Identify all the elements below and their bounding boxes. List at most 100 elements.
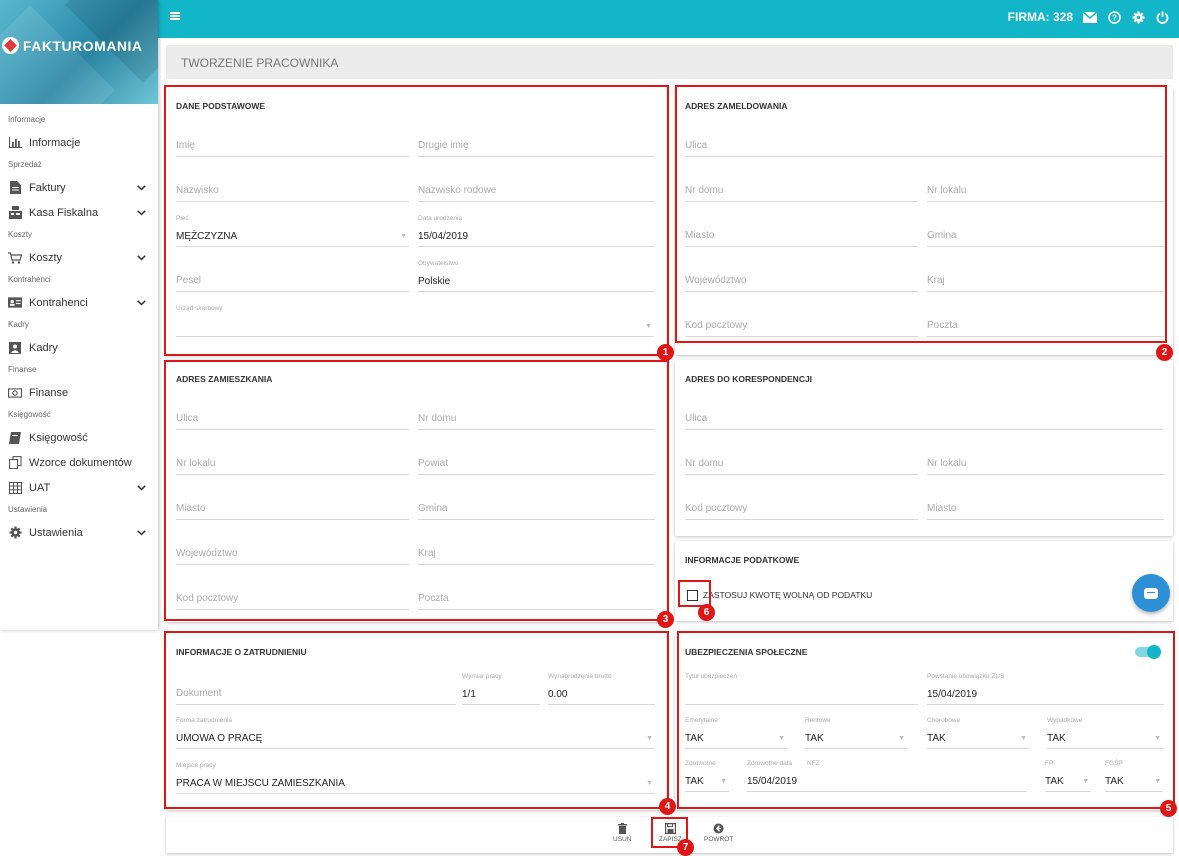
help-icon[interactable]: ? xyxy=(1107,10,1121,24)
kraj-field[interactable]: Kraj xyxy=(927,270,1164,292)
urząd-skarbowy-field[interactable]: Urząd skarbowy ▼ xyxy=(176,305,654,337)
sidebar-item-księgowość[interactable]: Księgowość xyxy=(0,425,158,450)
ulica-field[interactable]: Ulica xyxy=(176,408,409,430)
field-label: NFZ xyxy=(807,760,820,767)
dropdown-arrow-icon[interactable]: ▼ xyxy=(898,735,905,742)
dropdown-arrow-icon[interactable]: ▼ xyxy=(1082,778,1089,785)
rentowe-field[interactable]: Rentowe TAK ▼ xyxy=(805,717,907,749)
ubezpieczenia-toggle[interactable] xyxy=(1135,645,1161,659)
gmina-field[interactable]: Gmina xyxy=(927,225,1164,247)
nazwisko-field[interactable]: Nazwisko xyxy=(176,180,409,202)
data-urodzenia-field[interactable]: Data urodzenia 15/04/2019 xyxy=(418,215,655,247)
kraj-field[interactable]: Kraj xyxy=(418,543,655,565)
dropdown-arrow-icon[interactable]: ▼ xyxy=(646,780,653,787)
settings-icon[interactable] xyxy=(1131,10,1145,24)
drugie-imię-field[interactable]: Drugie imię xyxy=(418,135,655,157)
sidebar-item-informacje[interactable]: Informacje xyxy=(0,130,158,155)
wynagrodzenie-brutto-field[interactable]: Wynagrodzenie brutto 0.00 xyxy=(548,673,655,705)
miasto-field[interactable]: Miasto xyxy=(176,498,409,520)
dropdown-arrow-icon[interactable]: ▼ xyxy=(645,323,652,330)
forma-zatrudnienia-field[interactable]: Forma zatrudnienia UMOWA O PRACĘ ▼ xyxy=(176,717,655,749)
field-placeholder: Ulica xyxy=(685,140,708,151)
save-button[interactable]: ZAPISZ xyxy=(659,823,682,843)
sidebar-item-uat[interactable]: UAT xyxy=(0,475,158,500)
chevron-down-icon[interactable] xyxy=(137,483,146,493)
field-placeholder: Nr lokalu xyxy=(927,185,967,196)
kod-pocztowy-field[interactable]: Kod pocztowy xyxy=(685,315,918,337)
dokument-field[interactable]: Dokument xyxy=(176,683,456,705)
dropdown-arrow-icon[interactable]: ▼ xyxy=(646,735,653,742)
województwo-field[interactable]: Województwo xyxy=(685,270,918,292)
nr-domu-field[interactable]: Nr domu xyxy=(685,453,918,475)
wymiar-pracy-field[interactable]: Wymiar pracy 1/1 xyxy=(462,673,540,705)
tytuł-ubezpieczeń-field[interactable]: Tytuł ubezpieczeń xyxy=(685,673,918,705)
województwo-field[interactable]: Województwo xyxy=(176,543,409,565)
wypadkowe-field[interactable]: Wypadkowe TAK ▼ xyxy=(1047,717,1163,749)
powiat-field[interactable]: Powiat xyxy=(418,453,655,475)
nr-lokalu-field[interactable]: Nr lokalu xyxy=(927,180,1164,202)
emerytalne-field[interactable]: Emerytalne TAK ▼ xyxy=(685,717,787,749)
dropdown-arrow-icon[interactable]: ▼ xyxy=(720,778,727,785)
fgśp-field[interactable]: FGŚP TAK ▼ xyxy=(1105,760,1163,792)
nfz-field[interactable]: NFZ xyxy=(807,760,1027,792)
ulica-field[interactable]: Ulica xyxy=(685,408,1163,430)
chevron-down-icon[interactable] xyxy=(137,528,146,538)
fp-field[interactable]: FP TAK ▼ xyxy=(1045,760,1091,792)
chevron-down-icon[interactable] xyxy=(137,253,146,263)
power-icon[interactable] xyxy=(1155,10,1169,24)
sidebar-item-wzorce-dokumentów[interactable]: Wzorce dokumentów xyxy=(0,450,158,475)
nazwisko-rodowe-field[interactable]: Nazwisko rodowe xyxy=(418,180,655,202)
poczta-field[interactable]: Poczta xyxy=(418,588,655,610)
obywatelstwo-field[interactable]: Obywatelstwo Polskie xyxy=(418,260,655,292)
chevron-down-icon[interactable] xyxy=(137,208,146,218)
kod-pocztowy-field[interactable]: Kod pocztowy xyxy=(176,588,409,610)
gmina-field[interactable]: Gmina xyxy=(418,498,655,520)
sidebar-item-kontrahenci[interactable]: Kontrahenci xyxy=(0,290,158,315)
kwota-wolna-checkbox[interactable] xyxy=(687,590,698,601)
miasto-field[interactable]: Miasto xyxy=(927,498,1164,520)
dropdown-arrow-icon[interactable]: ▼ xyxy=(778,735,785,742)
field-label: Rentowe xyxy=(805,717,831,724)
field-placeholder: Nr domu xyxy=(418,413,457,424)
badge-2: 2 xyxy=(1156,344,1173,361)
nr-domu-field[interactable]: Nr domu xyxy=(685,180,918,202)
ulica-field[interactable]: Ulica xyxy=(685,135,1163,157)
chevron-down-icon[interactable] xyxy=(137,298,146,308)
sidebar-item-ustawienia[interactable]: Ustawienia xyxy=(0,520,158,545)
dropdown-arrow-icon[interactable]: ▼ xyxy=(1154,735,1161,742)
kwota-wolna-label[interactable]: ZASTOSUJ KWOTĘ WOLNĄ OD PODATKU xyxy=(703,590,872,600)
kod-pocztowy-field[interactable]: Kod pocztowy xyxy=(685,498,918,520)
dropdown-arrow-icon[interactable]: ▼ xyxy=(400,233,407,240)
nr-domu-field[interactable]: Nr domu xyxy=(418,408,655,430)
imię-field[interactable]: Imię xyxy=(176,135,409,157)
sidebar-item-koszty[interactable]: Koszty xyxy=(0,245,158,270)
bar-chart-icon xyxy=(8,136,22,149)
logo[interactable]: FAKTUROMANIA xyxy=(2,37,143,54)
sidebar-item-kasa-fiskalna[interactable]: Kasa Fiskalna xyxy=(0,200,158,225)
mail-icon[interactable] xyxy=(1083,10,1097,24)
sidebar-item-finanse[interactable]: Finanse xyxy=(0,380,158,405)
chat-button[interactable] xyxy=(1132,574,1170,612)
powstanie-obowiązku-zus-field[interactable]: Powstanie obowiązku ZUS 15/04/2019 xyxy=(927,673,1164,705)
field-value: 0.00 xyxy=(548,689,568,700)
delete-button[interactable]: USUŃ xyxy=(613,823,631,843)
zdrowotne-field[interactable]: Zdrowotne TAK ▼ xyxy=(685,760,729,792)
sidebar-item-kadry[interactable]: Kadry xyxy=(0,335,158,360)
chevron-down-icon[interactable] xyxy=(137,183,146,193)
miasto-field[interactable]: Miasto xyxy=(685,225,918,247)
zdrowotne-data-field[interactable]: Zdrowotne data 15/04/2019 xyxy=(747,760,807,792)
chorobowe-field[interactable]: Chorobowe TAK ▼ xyxy=(927,717,1029,749)
sidebar-item-faktury[interactable]: Faktury xyxy=(0,175,158,200)
field-value: PRACA W MIEJSCU ZAMIESZKANIA xyxy=(176,778,345,789)
poczta-field[interactable]: Poczta xyxy=(927,315,1164,337)
back-button[interactable]: POWRÓT xyxy=(704,823,733,843)
dropdown-arrow-icon[interactable]: ▼ xyxy=(1154,778,1161,785)
nr-lokalu-field[interactable]: Nr lokalu xyxy=(927,453,1164,475)
field-value: Polskie xyxy=(418,276,451,287)
pesel-field[interactable]: Pesel xyxy=(176,270,409,292)
hamburger-menu-icon[interactable] xyxy=(170,12,180,20)
nr-lokalu-field[interactable]: Nr lokalu xyxy=(176,453,409,475)
dropdown-arrow-icon[interactable]: ▼ xyxy=(1020,735,1027,742)
płeć-field[interactable]: Płeć MĘŻCZYZNA ▼ xyxy=(176,215,409,247)
miejsce-pracy-field[interactable]: Miejsce pracy PRACA W MIEJSCU ZAMIESZKANI… xyxy=(176,762,655,794)
